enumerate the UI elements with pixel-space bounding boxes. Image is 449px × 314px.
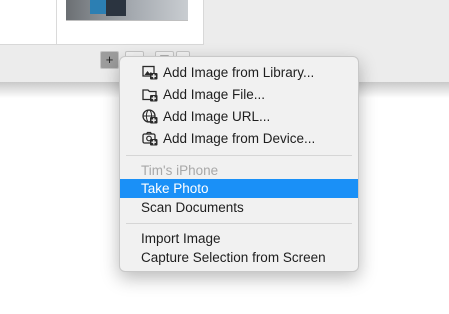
menu-header-device: Tim's iPhone <box>120 161 358 180</box>
menu-item-label: Add Image from Library... <box>163 65 315 80</box>
menu-item-label: Add Image URL... <box>163 109 271 124</box>
image-list-pane <box>0 0 204 45</box>
pane-divider <box>56 0 57 44</box>
camera-icon <box>142 131 158 146</box>
menu-item-label: Add Image from Device... <box>163 131 316 146</box>
image-thumbnail[interactable] <box>66 0 188 21</box>
add-image-menu: Add Image from Library... Add Image File… <box>119 56 359 272</box>
menu-item-add-image-from-device[interactable]: Add Image from Device... <box>120 129 358 148</box>
menu-item-add-image-url[interactable]: Add Image URL... <box>120 107 358 126</box>
thumbnail-detail <box>106 0 126 16</box>
add-button[interactable]: + <box>100 51 119 69</box>
globe-icon <box>142 109 158 124</box>
menu-item-label: Take Photo <box>141 181 209 196</box>
menu-item-take-photo[interactable]: Take Photo <box>120 179 358 198</box>
folder-icon <box>142 89 158 102</box>
menu-separator <box>126 223 352 224</box>
menu-item-scan-documents[interactable]: Scan Documents <box>120 198 358 217</box>
menu-item-label: Capture Selection from Screen <box>141 250 326 265</box>
menu-item-import-image[interactable]: Import Image <box>120 229 358 248</box>
menu-item-label: Add Image File... <box>163 87 266 102</box>
thumbnail-detail <box>90 0 106 14</box>
menu-separator <box>126 155 352 156</box>
menu-item-label: Import Image <box>141 231 221 246</box>
menu-item-label: Scan Documents <box>141 200 244 215</box>
device-name-label: Tim's iPhone <box>141 163 219 178</box>
menu-item-add-image-from-library[interactable]: Add Image from Library... <box>120 63 358 82</box>
photo-library-icon <box>142 65 158 80</box>
menu-item-add-image-file[interactable]: Add Image File... <box>120 85 358 104</box>
menu-item-capture-selection[interactable]: Capture Selection from Screen <box>120 248 358 267</box>
